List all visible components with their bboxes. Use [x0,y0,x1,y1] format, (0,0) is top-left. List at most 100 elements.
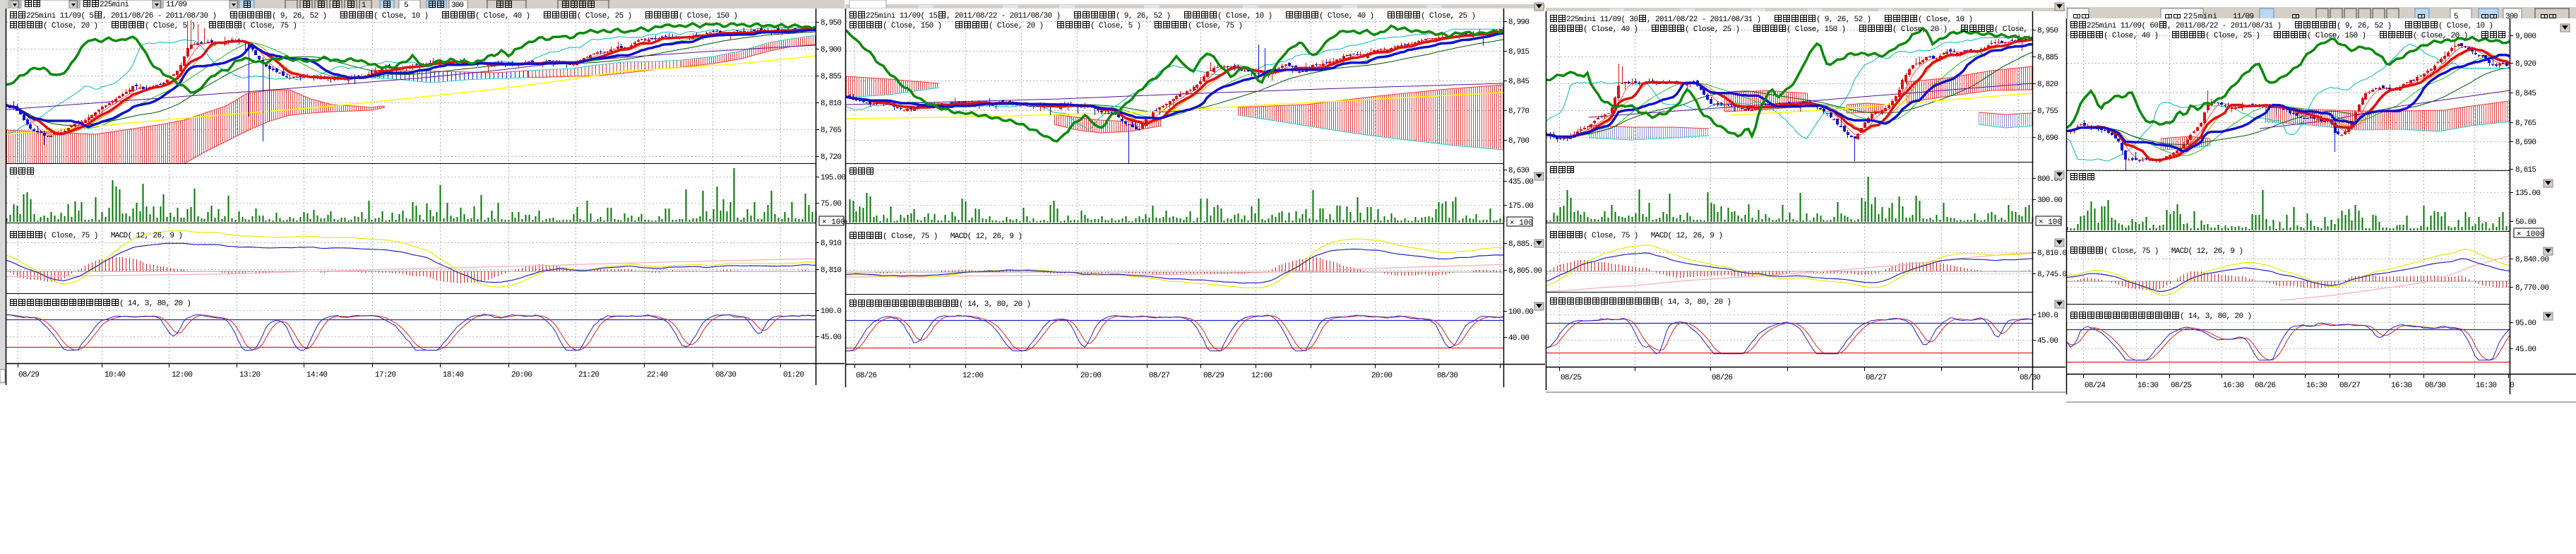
svg-text:08/27: 08/27 [1866,374,1887,382]
svg-text:08/26: 08/26 [2255,382,2276,390]
svg-text:( Close, 75 ) MACD( 12, 26,: ( Close, 75 ) MACD( 12, 26, 9 ) [883,232,1022,241]
svg-text:8,765: 8,765 [2515,119,2536,128]
svg-text:8,915: 8,915 [1508,48,1530,57]
svg-text:9,000: 9,000 [2515,33,2536,41]
svg-text:8,855: 8,855 [821,73,842,81]
svg-text:( Close, 25 ): ( Close, 25 ) [1421,12,1476,20]
svg-text:8,840.00: 8,840.00 [2515,256,2549,264]
svg-text:( Close, 5 ): ( Close, 5 ) [145,22,208,30]
svg-text:17:20: 17:20 [375,371,396,379]
svg-text:14:40: 14:40 [306,371,328,379]
svg-text:8,845: 8,845 [1508,78,1530,86]
svg-text:( Close, 75 ) MACD( 12, 26,: ( Close, 75 ) MACD( 12, 26, 9 ) [2104,247,2243,256]
svg-text:( Close, 20 ): ( Close, 20 ) [2413,32,2481,40]
svg-text:08/27: 08/27 [2339,382,2361,390]
svg-text:( 9, 26, 52 ): ( 9, 26, 52 ) [1116,12,1183,20]
svg-text:( 9, 26, 52 ): ( 9, 26, 52 ) [2337,22,2404,30]
svg-text:45.00: 45.00 [821,334,842,342]
svg-text:8,615: 8,615 [2515,166,2536,175]
svg-text:225mini 11/09( 30: 225mini 11/09( 30 [1566,16,1638,24]
svg-text:50.00: 50.00 [2515,218,2536,227]
svg-text:8,690: 8,690 [2515,138,2536,147]
svg-text:95.00: 95.00 [2515,319,2536,328]
svg-text:8,920: 8,920 [2515,60,2536,69]
svg-text:8,810: 8,810 [821,100,842,108]
svg-text:08/29: 08/29 [1203,372,1224,380]
svg-text:225mini 11/09( 5: 225mini 11/09( 5 [26,12,94,20]
svg-text:8,770.00: 8,770.00 [2515,284,2549,293]
svg-text:13:20: 13:20 [239,371,261,379]
svg-text:225mini 11/09( 60: 225mini 11/09( 60 [2087,22,2159,30]
svg-text:16:30: 16:30 [2223,382,2244,390]
svg-text:8,630: 8,630 [1508,167,1530,175]
svg-text:45.00: 45.00 [2037,337,2058,346]
svg-text:( Close, 25 ): ( Close, 25 ) [1685,25,1753,34]
svg-text:20:00: 20:00 [1080,372,1102,380]
svg-text:8,770: 8,770 [1508,107,1530,116]
svg-text:, 2011/08/26 - 2011/08/30 ): , 2011/08/26 - 2011/08/30 ) [102,12,229,20]
svg-text:100.0: 100.0 [821,307,842,316]
svg-text:20:00: 20:00 [1371,372,1393,380]
svg-text:8,690: 8,690 [2037,134,2058,143]
svg-text:, 2011/08/22 - 2011/08/31 ): , 2011/08/22 - 2011/08/31 ) [2167,22,2294,30]
svg-text:( Close, 20 ): ( Close, 20 ) [1892,25,1960,34]
svg-text:, 2011/08/22 - 2011/08/31 ): , 2011/08/22 - 2011/08/31 ) [1647,16,1774,24]
svg-text:45.00: 45.00 [2515,346,2536,354]
svg-text:( Close, 25 ): ( Close, 25 ) [577,12,645,20]
svg-text:× 100: × 100 [1510,219,1533,228]
svg-text:100.0: 100.0 [2037,312,2058,320]
svg-text:16:30: 16:30 [2137,382,2159,390]
svg-text:225mini: 225mini [100,1,129,9]
svg-text:( Close, 75 ) MACD( 12, 26,: ( Close, 75 ) MACD( 12, 26, 9 ) [43,232,183,240]
svg-text:08/30: 08/30 [2425,382,2446,390]
svg-text:( 14, 3, 80, 20 ): ( 14, 3, 80, 20 ) [1659,298,1731,307]
svg-text:× 100: × 100 [822,218,845,227]
svg-text:( Close, 10 ): ( Close, 10 ) [1918,16,1973,24]
svg-text:8,900: 8,900 [821,46,842,54]
svg-text:10:40: 10:40 [105,371,126,379]
svg-text:40.00: 40.00 [1508,334,1530,343]
svg-text:( Close, 10 ): ( Close, 10 ) [2438,22,2493,30]
svg-text:( Close, 10 ): ( Close, 10 ) [1217,12,1285,20]
svg-text:22:40: 22:40 [647,371,668,379]
svg-text:08/25: 08/25 [2171,382,2192,390]
svg-text:( 14, 3, 80, 20 ): ( 14, 3, 80, 20 ) [2180,312,2252,321]
svg-text:08/29: 08/29 [18,371,40,379]
svg-text:( 9, 26, 52 ): ( 9, 26, 52 ) [1816,16,1884,24]
svg-text:225mini 11/09( 15: 225mini 11/09( 15 [866,12,938,20]
svg-text:( Close, 5 ): ( Close, 5 ) [1090,22,1154,30]
svg-text:8,950: 8,950 [2037,27,2058,35]
svg-text:( Close, 75 ): ( Close, 75 ) [1188,22,1243,30]
svg-text:( Close, 25 ): ( Close, 25 ) [2205,32,2273,40]
svg-text:( Close, 40 ): ( Close, 40 ) [2104,32,2171,40]
svg-text:435.00: 435.00 [1508,178,1534,187]
svg-text:195.00: 195.00 [821,174,846,182]
svg-text:8,755: 8,755 [2037,107,2058,116]
svg-text:0: 0 [2510,382,2515,390]
svg-text:8,720: 8,720 [821,153,842,162]
svg-text:( Close, 20 ): ( Close, 20 ) [989,22,1056,30]
svg-text:21:20: 21:20 [578,371,600,379]
svg-text:12:00: 12:00 [1251,372,1272,380]
svg-text:08/30: 08/30 [715,371,737,379]
svg-text:× 100: × 100 [2039,218,2062,227]
svg-text:12:00: 12:00 [962,372,984,380]
svg-text:( Close, 150 ): ( Close, 150 ) [679,12,738,20]
svg-text:12:00: 12:00 [172,371,193,379]
svg-text:8,820: 8,820 [2037,81,2058,89]
svg-text:18:40: 18:40 [443,371,464,379]
svg-text:16:30: 16:30 [2476,382,2497,390]
svg-text:20:00: 20:00 [511,371,532,379]
svg-text:16:30: 16:30 [2391,382,2412,390]
svg-text:8,810: 8,810 [821,266,842,275]
svg-text:( Close, 150 ): ( Close, 150 ) [2307,32,2379,40]
svg-text:( Close, 150 ): ( Close, 150 ) [883,22,955,30]
svg-text:08/30: 08/30 [2020,374,2041,382]
svg-text:75.00: 75.00 [821,200,842,208]
svg-text:, 2011/08/22 - 2011/08/30 ): , 2011/08/22 - 2011/08/30 ) [946,12,1073,20]
svg-text:8,910: 8,910 [821,240,842,248]
svg-text:11/09: 11/09 [166,1,187,9]
svg-text:08/26: 08/26 [1712,374,1733,382]
svg-text:( Close, 20 ): ( Close, 20 ) [43,22,111,30]
svg-text:8,885: 8,885 [2037,54,2058,62]
